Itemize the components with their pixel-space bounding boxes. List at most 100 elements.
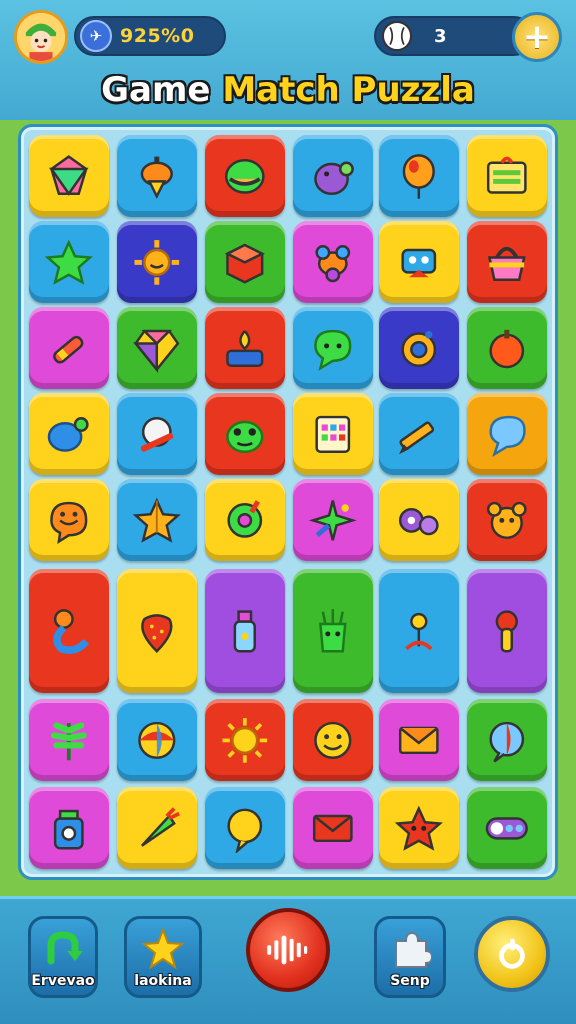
board-tile[interactable] [293,787,373,869]
board-tile[interactable] [117,221,197,303]
coin-value: 925%0 [120,25,195,47]
board-tile[interactable] [29,699,109,781]
board-tile[interactable] [29,569,109,693]
ball-value: 3 [434,25,447,47]
sunburst-icon [222,717,268,763]
board-tile[interactable] [293,569,373,693]
board-tile[interactable] [117,699,197,781]
board-tile[interactable] [379,393,459,475]
board-tile[interactable] [467,479,547,561]
striped-bubble-icon [489,721,525,763]
fern-icon [51,722,87,760]
undo-arrow-icon [47,931,83,965]
cactus-icon [319,608,347,653]
purple-creature-icon [314,161,355,195]
board-tile[interactable] [467,569,547,693]
sound-button[interactable] [246,908,330,992]
shuffle-button-label: Senp [390,973,430,989]
title-word-match: Match Puzzla [222,70,475,110]
board-tile[interactable] [467,393,547,475]
board-tile[interactable] [467,699,547,781]
board-tile[interactable] [205,787,285,869]
board-tile[interactable] [29,787,109,869]
top-bar: ✈ 925%0 3 + Game Match Puzzla [0,0,576,120]
pencil-icon [399,421,435,454]
paper-star-icon [132,497,182,543]
board-tile[interactable] [117,393,197,475]
board-tile[interactable] [29,135,109,217]
calculator-icon [315,415,351,453]
crayon-icon [53,335,84,364]
board-tile[interactable] [205,135,285,217]
add-currency-button[interactable]: + [512,12,562,62]
balloon-icon [402,153,436,199]
board-tile[interactable] [205,221,285,303]
undo-button-label: Ervevao [31,973,95,989]
shuffle-button[interactable]: Senp [374,916,446,998]
puzzle-piece-icon [395,931,432,968]
wand-icon [141,416,174,452]
blue-bird-icon [47,416,89,452]
board-tile[interactable] [293,221,373,303]
board-tile[interactable] [467,135,547,217]
hint-button[interactable]: laokina [124,916,202,998]
board-tile[interactable] [205,699,285,781]
star-icon [44,239,94,285]
board-tile[interactable] [117,787,197,869]
board-tile[interactable] [379,307,459,389]
settings-button[interactable] [474,916,550,992]
leaf-chat-icon [314,329,352,371]
board-tile[interactable] [293,479,373,561]
board-tile[interactable] [205,393,285,475]
board-tile[interactable] [293,393,373,475]
coin-counter: ✈ 925%0 [74,16,226,56]
cube-icon [224,243,266,284]
donut-icon [227,499,263,538]
baseball-icon [382,21,412,51]
board-tile[interactable] [467,221,547,303]
swan-icon [53,608,90,654]
board-tile[interactable] [29,479,109,561]
board-tile[interactable] [467,307,547,389]
title-word-game: Game [101,70,223,110]
jar-icon [54,809,84,850]
sparkle-icon [308,499,358,541]
board-tile[interactable] [293,699,373,781]
player-avatar[interactable] [14,10,68,64]
board-tile[interactable] [205,569,285,693]
board-tile[interactable] [379,135,459,217]
board-tile[interactable] [205,307,285,389]
board-tile[interactable] [379,221,459,303]
board-tile[interactable] [117,307,197,389]
board-tile[interactable] [379,569,459,693]
board-tile[interactable] [117,479,197,561]
board-tile[interactable] [117,135,197,217]
carrot-icon [141,806,181,847]
smile-bubble-icon [50,501,88,544]
sun-icon [134,239,180,285]
board-tile[interactable] [379,699,459,781]
green-blob-icon [225,158,265,194]
board-tile[interactable] [467,787,547,869]
star-hint-icon [141,927,185,970]
board-tile[interactable] [293,307,373,389]
board-tile[interactable] [117,569,197,693]
toggle-icon [485,816,529,840]
beach-ball-icon [138,721,176,759]
teddy-icon [487,501,527,539]
undo-button[interactable]: Ervevao [28,916,98,998]
diamond-icon [133,329,180,373]
board-tile[interactable] [379,479,459,561]
sound-wave-icon [267,935,308,965]
board-tile[interactable] [205,479,285,561]
board-tile[interactable] [29,393,109,475]
board-tile[interactable] [29,307,109,389]
lollipop-icon [495,609,519,653]
board-tile[interactable] [29,221,109,303]
board-tile[interactable] [379,787,459,869]
orange-ring-icon [401,330,437,367]
cake-icon [226,329,264,367]
bug-icon [315,244,351,282]
board-tile[interactable] [293,135,373,217]
bottle-icon [233,609,257,653]
